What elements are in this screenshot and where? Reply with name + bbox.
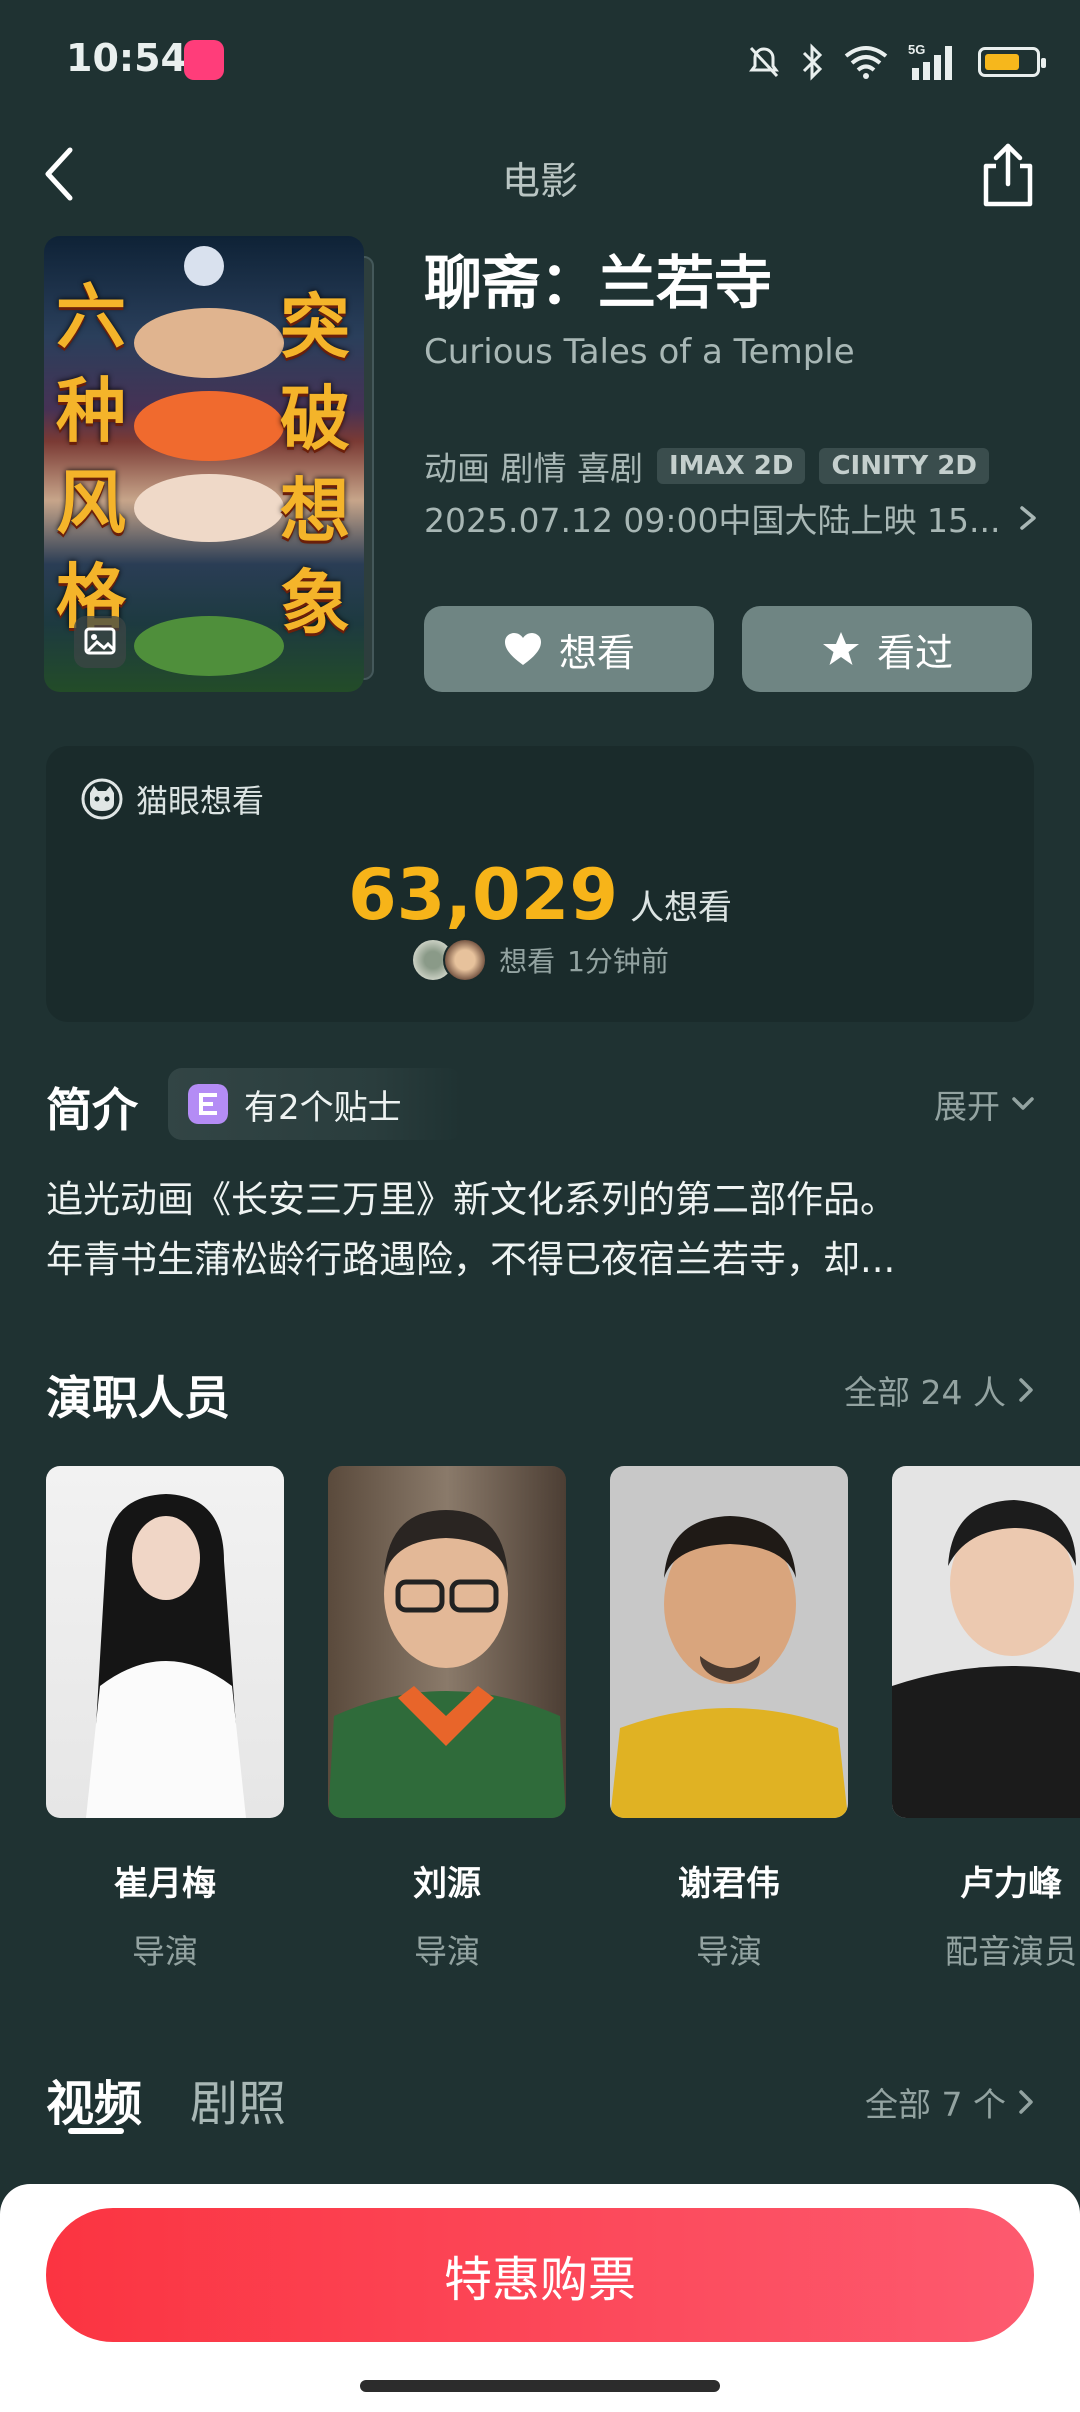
cast-role: 导演	[132, 1932, 198, 1971]
cast-card[interactable]: 谢君伟 导演	[610, 1466, 848, 1973]
cast-card[interactable]: 崔月梅 导演	[46, 1466, 284, 1973]
poster-text: 突	[280, 285, 350, 368]
home-indicator[interactable]	[360, 2380, 720, 2392]
movie-genres: 动画 剧情 喜剧	[424, 449, 643, 488]
media-all-link[interactable]: 全部 7 个	[865, 2078, 1036, 2126]
person-portrait	[328, 1510, 566, 1818]
maoyan-want-label: 猫眼想看	[80, 776, 264, 822]
want-to-watch-label: 想看	[558, 630, 635, 675]
release-info[interactable]: 2025.07.12 09:00中国大陆上映 15...	[424, 494, 1034, 542]
poster-text: 种	[56, 369, 126, 452]
want-count-unit: 人想看	[630, 888, 733, 928]
cast-card[interactable]: 卢力峰 配音演员	[892, 1466, 1080, 1973]
chevron-down-icon	[1012, 1097, 1034, 1110]
cast-role: 导演	[696, 1932, 762, 1971]
cast-role: 配音演员	[945, 1932, 1077, 1971]
expand-label: 展开	[934, 1087, 1000, 1126]
app-notification-icon	[184, 40, 224, 80]
tab-photos[interactable]: 剧照	[190, 2064, 286, 2134]
tips-label: 有2个贴士	[244, 1087, 402, 1128]
wifi-icon	[844, 46, 888, 79]
intro-title: 简介	[46, 1083, 138, 1137]
media-all-label: 全部 7 个	[865, 2085, 1006, 2124]
buy-ticket-label: 特惠购票	[443, 2252, 636, 2308]
want-count-card: 猫眼想看 63,029 人想看 想看 1分钟前	[46, 746, 1034, 1022]
buy-ticket-button[interactable]: 特惠购票	[46, 2208, 1034, 2342]
cast-photo[interactable]	[610, 1466, 848, 1818]
cast-name: 卢力峰	[960, 1864, 1062, 1904]
format-tag: CINITY 2D	[819, 448, 989, 484]
cat-logo-icon	[81, 778, 123, 820]
heart-icon	[504, 633, 541, 665]
gallery-icon[interactable]	[74, 616, 126, 668]
want-count: 63,029 人想看	[46, 854, 1034, 936]
want-to-watch-button[interactable]: 想看	[424, 606, 714, 692]
poster-figure	[134, 308, 284, 378]
movie-title: 聊斋：兰若寺	[424, 249, 773, 317]
poster-figure	[134, 391, 284, 461]
person-portrait	[610, 1516, 848, 1818]
cast-role: 导演	[414, 1932, 480, 1971]
cast-all-label: 全部 24 人	[844, 1373, 1006, 1412]
poster-figure	[184, 246, 224, 286]
tips-chip[interactable]: 有2个贴士	[168, 1068, 462, 1140]
bluetooth-icon	[802, 43, 823, 81]
poster-figure	[134, 616, 284, 676]
star-icon	[822, 632, 859, 665]
watched-label: 看过	[876, 630, 953, 675]
cast-name: 刘源	[413, 1864, 481, 1904]
cast-all-link[interactable]: 全部 24 人	[844, 1366, 1036, 1414]
watched-button[interactable]: 看过	[742, 606, 1032, 692]
status-time: 10:54	[66, 36, 187, 80]
intro-text[interactable]: 追光动画《长安三万里》新文化系列的第二部作品。 年青书生蒲松龄行路遇险，不得已夜…	[46, 1170, 1036, 1290]
cast-name: 崔月梅	[114, 1864, 216, 1904]
status-icons: 5G	[746, 38, 1046, 86]
format-tag: IMAX 2D	[656, 448, 806, 484]
expand-button[interactable]: 展开	[934, 1080, 1036, 1128]
tab-video[interactable]: 视频	[46, 2064, 142, 2134]
poster-text: 想	[280, 469, 350, 552]
tab-indicator	[68, 2128, 124, 2134]
intro-line: 年青书生蒲松龄行路遇险，不得已夜宿兰若寺，却...	[46, 1238, 896, 1281]
want-count-number: 63,029	[347, 854, 619, 936]
poster-image[interactable]: 六 种 风 格 突 破 想 象	[44, 236, 364, 692]
chevron-right-icon[interactable]	[1016, 500, 1040, 536]
header-title: 电影	[501, 159, 578, 203]
chevron-right-icon	[1019, 2090, 1033, 2114]
svg-text:5G: 5G	[908, 42, 925, 57]
mute-icon	[749, 46, 779, 78]
tips-icon	[188, 1084, 228, 1124]
poster-figure	[134, 474, 284, 542]
recent-want-action: 想看	[499, 945, 556, 978]
cast-photo[interactable]	[892, 1466, 1080, 1818]
movie-genres-row: 动画 剧情 喜剧 IMAX 2D CINITY 2D	[424, 442, 989, 490]
poster-text: 六	[56, 275, 126, 358]
poster-text: 象	[280, 561, 350, 644]
poster-text: 破	[280, 377, 350, 460]
chevron-right-icon	[1019, 1378, 1033, 1402]
cast-title: 演职人员	[46, 1371, 230, 1425]
movie-english-title: Curious Tales of a Temple	[424, 332, 855, 372]
cast-photo[interactable]	[328, 1466, 566, 1818]
cast-photo[interactable]	[46, 1466, 284, 1818]
cast-card[interactable]: 刘源 导演	[328, 1466, 566, 1973]
recent-want-time: 1分钟前	[567, 945, 669, 978]
recent-avatars	[411, 938, 488, 982]
poster-text: 风	[56, 461, 126, 544]
movie-poster[interactable]: 六 种 风 格 突 破 想 象	[44, 236, 374, 692]
person-portrait	[86, 1494, 246, 1818]
battery-icon	[978, 47, 1046, 77]
avatar	[443, 938, 488, 982]
person-portrait	[892, 1500, 1080, 1818]
intro-line: 追光动画《长安三万里》新文化系列的第二部作品。	[46, 1178, 897, 1221]
cast-name: 谢君伟	[678, 1864, 780, 1904]
share-button[interactable]	[976, 140, 1040, 208]
maoyan-label-text: 猫眼想看	[136, 782, 265, 820]
signal-5g-icon: 5G	[908, 42, 952, 80]
recent-want-row: 想看 1分钟前	[46, 938, 1034, 982]
